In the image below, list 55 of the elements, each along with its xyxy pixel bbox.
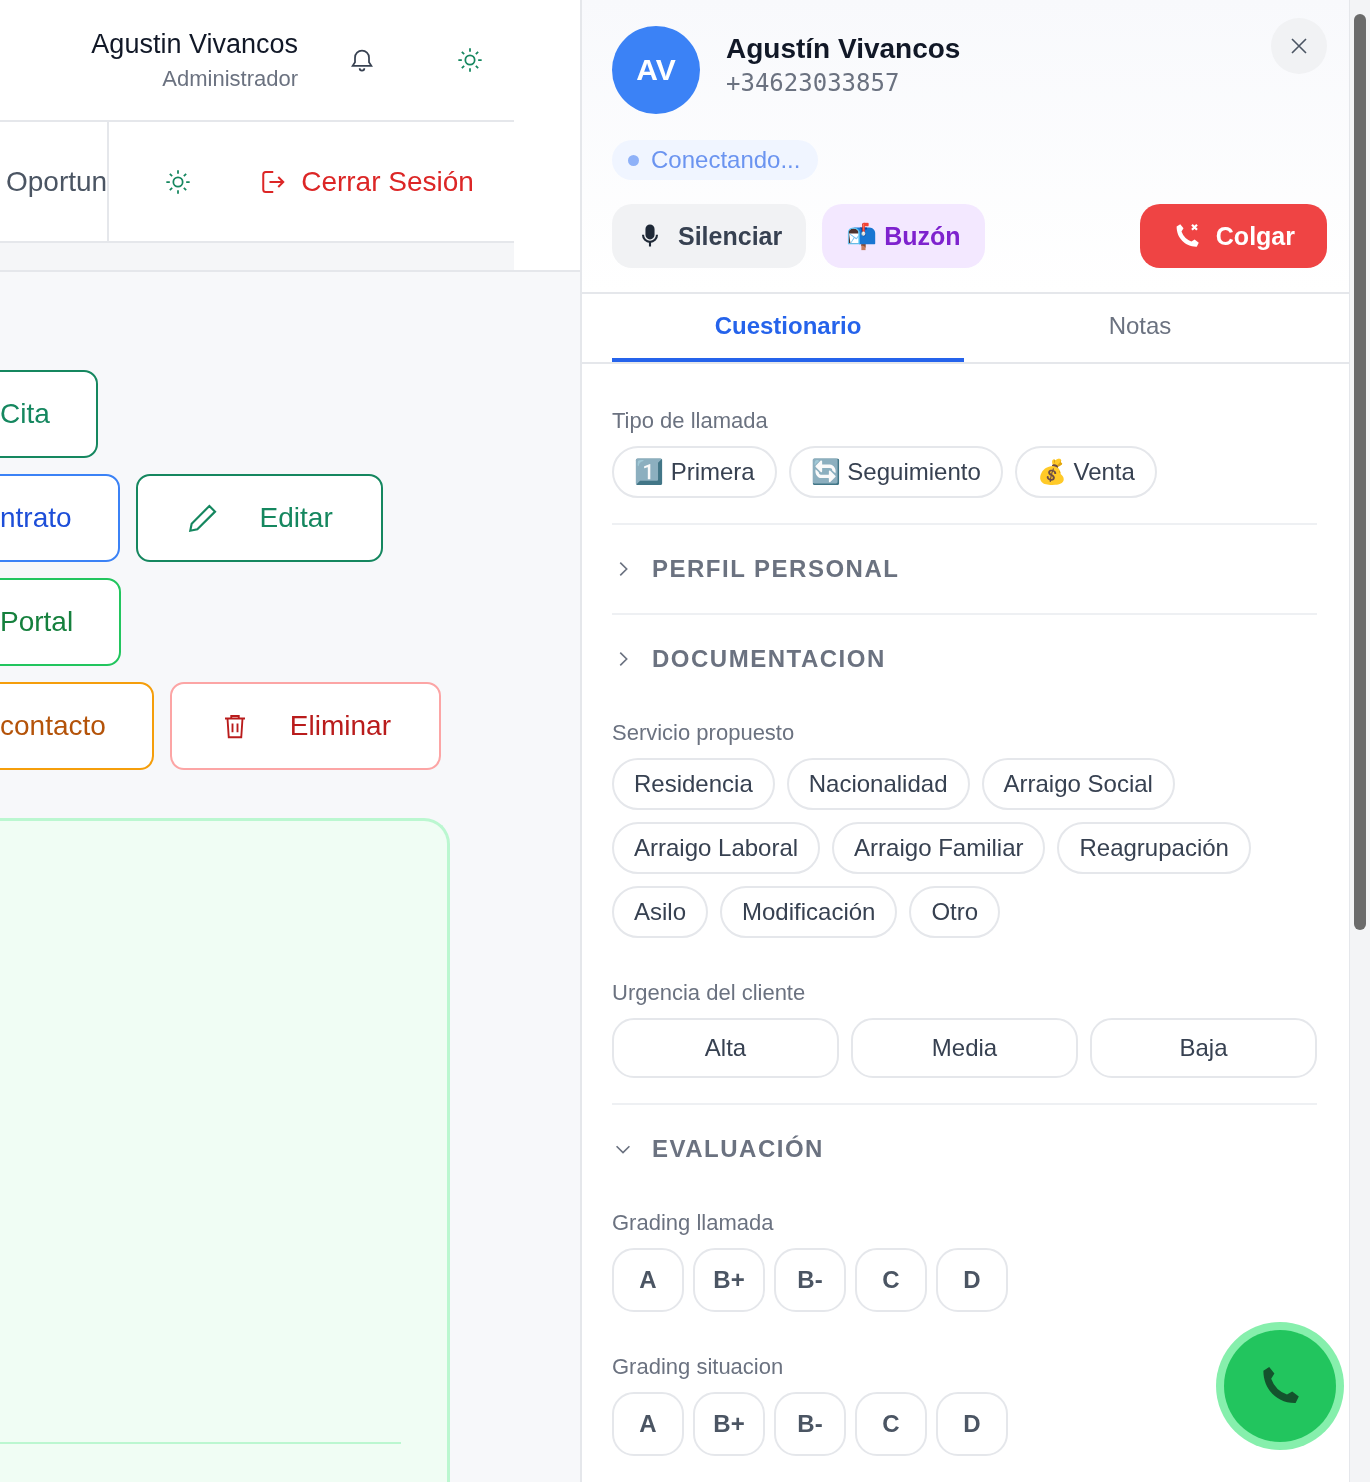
question-label: Servicio propuesto bbox=[612, 720, 796, 745]
option-chip[interactable]: Asilo bbox=[612, 886, 709, 938]
option-chip[interactable]: Residencia bbox=[612, 758, 775, 810]
voicemail-button[interactable]: 📬 Buzón bbox=[822, 204, 985, 268]
question-label: Grading situacion bbox=[612, 1354, 785, 1379]
grade-option[interactable]: B- bbox=[774, 1248, 846, 1312]
action-button[interactable]: Cita bbox=[0, 370, 98, 458]
grade-option[interactable]: B+ bbox=[693, 1248, 765, 1312]
mute-button[interactable]: Silenciar bbox=[612, 204, 807, 268]
nav-link[interactable]: Oportun bbox=[0, 122, 110, 241]
tab[interactable]: Cuestionario bbox=[612, 294, 964, 362]
action-button[interactable]: Eliminar bbox=[169, 682, 441, 770]
grade-option[interactable]: D bbox=[936, 1392, 1008, 1456]
option-chip[interactable]: Reagrupación bbox=[1057, 822, 1251, 874]
status-badge: Conectando... bbox=[612, 140, 819, 180]
grade-option[interactable]: D bbox=[936, 1248, 1008, 1312]
option-chip[interactable]: 1⃣ Primera bbox=[612, 446, 777, 498]
contact-name: Agustín Vivancos bbox=[726, 33, 962, 65]
question-label: Tipo de llamada bbox=[612, 408, 769, 433]
hang-up-button[interactable]: Colgar bbox=[1139, 204, 1327, 268]
avatar: AV bbox=[612, 26, 700, 114]
option-chip[interactable]: 💰 Venta bbox=[1014, 446, 1157, 498]
grade-option[interactable]: B+ bbox=[693, 1392, 765, 1456]
contact-phone: +34623033857 bbox=[726, 69, 901, 97]
action-button[interactable]: ntrato bbox=[0, 474, 120, 562]
action-button[interactable]: Editar bbox=[135, 474, 383, 562]
urgency-option[interactable]: Media bbox=[851, 1018, 1078, 1078]
action-button[interactable]: Portal bbox=[0, 578, 122, 666]
question-label: Grading llamada bbox=[612, 1210, 775, 1235]
option-chip[interactable]: Arraigo Social bbox=[981, 758, 1175, 810]
question-label: Urgencia del cliente bbox=[612, 980, 807, 1005]
grade-option[interactable]: A bbox=[612, 1248, 684, 1312]
logout-button[interactable]: Cerrar Sesión bbox=[257, 165, 474, 198]
grade-option[interactable]: C bbox=[855, 1248, 927, 1312]
option-chip[interactable]: Modificación bbox=[720, 886, 898, 938]
option-chip[interactable]: Otro bbox=[909, 886, 1001, 938]
grade-option[interactable]: B- bbox=[774, 1392, 846, 1456]
sun-icon[interactable] bbox=[456, 46, 484, 74]
grade-option[interactable]: C bbox=[855, 1392, 927, 1456]
action-button[interactable]: contacto bbox=[0, 682, 154, 770]
section-header[interactable]: DOCUMENTACION bbox=[612, 613, 1317, 703]
grade-option[interactable]: A bbox=[612, 1392, 684, 1456]
sun-icon[interactable] bbox=[164, 167, 193, 196]
urgency-option[interactable]: Alta bbox=[612, 1018, 839, 1078]
option-chip[interactable]: Arraigo Laboral bbox=[612, 822, 821, 874]
option-chip[interactable]: 🔄 Seguimiento bbox=[788, 446, 1003, 498]
urgency-option[interactable]: Baja bbox=[1090, 1018, 1317, 1078]
user-name: Agustin Vivancos bbox=[91, 28, 298, 60]
tab[interactable]: Notas bbox=[964, 294, 1316, 362]
option-chip[interactable]: Nacionalidad bbox=[786, 758, 970, 810]
option-chip[interactable]: Arraigo Familiar bbox=[832, 822, 1046, 874]
user-role: Administrador bbox=[162, 65, 298, 92]
section-header[interactable]: PERFIL PERSONAL bbox=[612, 523, 1317, 613]
scrollbar[interactable] bbox=[1354, 14, 1366, 930]
section-header[interactable]: EVALUACIÓN bbox=[612, 1103, 1317, 1193]
